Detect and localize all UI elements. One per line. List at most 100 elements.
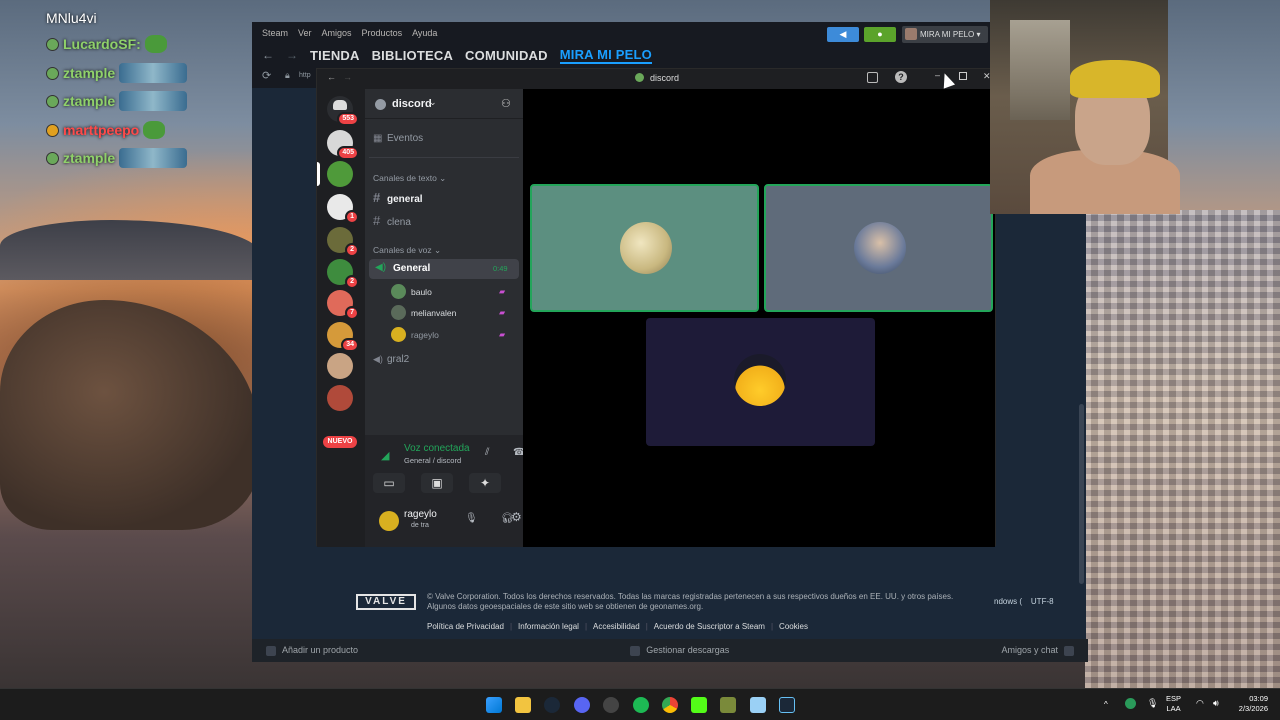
camera-button[interactable]: ▭ <box>373 473 405 493</box>
settings-gear-icon[interactable]: ⚙ <box>511 510 522 524</box>
menu-productos[interactable]: Productos <box>362 28 403 38</box>
app-icon[interactable] <box>603 697 619 713</box>
chat-username: LucardoSF: <box>63 36 141 52</box>
server-icon[interactable]: 2 <box>327 227 359 257</box>
webcam-person-cap <box>1070 60 1160 98</box>
file-explorer-icon[interactable] <box>515 697 531 713</box>
steam-nav: ← → TIENDA BIBLIOTECA COMUNIDAD MIRA MI … <box>252 44 990 66</box>
chrome-icon[interactable] <box>662 697 678 713</box>
nav-biblioteca[interactable]: BIBLIOTECA <box>372 48 453 63</box>
microphone-icon[interactable]: 🎙︎ <box>465 513 478 524</box>
maximize-icon[interactable] <box>959 72 967 80</box>
user-avatar[interactable] <box>379 511 399 531</box>
avatar <box>391 305 406 320</box>
server-icon <box>635 73 644 82</box>
category-label: Canales de texto <box>373 173 437 183</box>
server-icon[interactable]: 2 <box>327 259 359 289</box>
nav-tienda[interactable]: TIENDA <box>310 48 360 63</box>
language-indicator[interactable]: ESP LAA <box>1166 694 1181 714</box>
add-product-button[interactable]: Añadir un producto <box>266 645 358 656</box>
events-item[interactable]: ▦ Eventos <box>373 133 423 144</box>
link-cookies[interactable]: Cookies <box>779 622 808 631</box>
help-icon[interactable]: ? <box>895 71 907 83</box>
start-windows-icon[interactable] <box>486 697 502 713</box>
keyboard-layout: LAA <box>1166 704 1181 713</box>
back-arrow-icon[interactable]: ← <box>262 48 274 62</box>
voice-channel-gral2[interactable]: ◀) gral2 <box>373 354 409 365</box>
notifications-button[interactable]: ● <box>864 27 896 42</box>
server-icon[interactable]: 34 <box>327 322 359 352</box>
voice-channel-general[interactable]: ◀) General 0:49 <box>369 259 519 279</box>
screenshare-button[interactable]: ▣ <box>421 473 453 493</box>
url-text[interactable]: http <box>299 72 311 79</box>
back-arrow-icon[interactable]: ← <box>327 72 336 82</box>
menu-steam[interactable]: Steam <box>262 28 288 38</box>
server-icon[interactable] <box>327 353 353 379</box>
link-privacy[interactable]: Política de Privacidad <box>427 622 504 631</box>
add-member-icon[interactable]: ⚇ <box>501 97 511 110</box>
minecraft-icon[interactable] <box>720 697 736 713</box>
voice-user[interactable]: melianvalen ▰ <box>391 305 505 320</box>
reload-icon[interactable]: ⟳ <box>262 69 271 82</box>
activities-button[interactable]: ✦ <box>469 473 501 493</box>
scrollbar[interactable] <box>1079 404 1084 584</box>
steam-app-icon[interactable] <box>779 697 795 713</box>
emote-icon <box>119 148 188 168</box>
forward-arrow-icon[interactable]: → <box>286 48 298 62</box>
emote-icon <box>143 121 166 139</box>
avatar <box>391 284 406 299</box>
direct-messages-icon[interactable]: 553 <box>327 96 359 126</box>
tray-app-icon[interactable] <box>1125 698 1136 709</box>
tray-mic-icon[interactable]: 🎙︎ <box>1147 698 1158 709</box>
clock-date: 2/3/2026 <box>1238 704 1268 713</box>
menu-ayuda[interactable]: Ayuda <box>412 28 437 38</box>
forward-arrow-icon[interactable]: → <box>343 72 352 82</box>
clock[interactable]: 03:09 2/3/2026 <box>1234 694 1268 714</box>
server-icon[interactable] <box>327 161 353 187</box>
voice-user[interactable]: baulo ▰ <box>391 284 505 299</box>
server-icon[interactable] <box>327 385 353 411</box>
menu-amigos[interactable]: Amigos <box>322 28 352 38</box>
volume-icon[interactable]: 🔊︎ <box>1213 698 1219 709</box>
wallpaper-city <box>1085 210 1280 688</box>
menu-ver[interactable]: Ver <box>298 28 312 38</box>
spotify-icon[interactable] <box>633 697 649 713</box>
account-menu-button[interactable]: MIRA MI PELO ▾ <box>902 26 988 43</box>
category-label: Canales de voz <box>373 245 432 255</box>
mention-badge: 405 <box>337 146 359 160</box>
server-header[interactable]: discord ⌄ ⚇ <box>365 89 523 119</box>
discord-icon[interactable] <box>574 697 590 713</box>
link-accessibility[interactable]: Accesibilidad <box>593 622 640 631</box>
server-icon[interactable]: 1 <box>327 194 359 224</box>
link-legal[interactable]: Información legal <box>518 622 579 631</box>
steam-icon[interactable] <box>544 697 560 713</box>
channel-clena[interactable]: # clena <box>373 213 411 228</box>
participant-tile[interactable] <box>646 318 875 446</box>
friends-chat-label: Amigos y chat <box>1001 645 1058 656</box>
announcements-button[interactable]: ◀ <box>827 27 859 42</box>
text-channels-category[interactable]: Canales de texto ⌄ <box>373 173 446 184</box>
participant-tile[interactable] <box>530 184 759 312</box>
channel-name: General <box>393 263 431 274</box>
download-icon <box>630 645 641 656</box>
voice-channels-category[interactable]: Canales de voz ⌄ <box>373 245 441 256</box>
channel-general[interactable]: # general <box>373 190 423 205</box>
link-ssa[interactable]: Acuerdo de Suscriptor a Steam <box>654 622 765 631</box>
wifi-icon[interactable]: ◠ <box>1196 698 1204 709</box>
inbox-icon[interactable] <box>867 72 878 83</box>
participant-tile[interactable] <box>764 184 993 312</box>
tray-chevron-icon[interactable]: ^ <box>1104 700 1108 709</box>
voice-user[interactable]: rageylo ▰ <box>391 327 505 342</box>
noise-suppression-icon[interactable]: ⫽ <box>485 447 489 458</box>
nav-profile[interactable]: MIRA MI PELO <box>559 47 652 64</box>
copyright-line: © Valve Corporation. Todos los derechos … <box>427 592 954 601</box>
steam-bottom-bar: Añadir un producto Gestionar descargas A… <box>252 639 1088 662</box>
notepad-icon[interactable] <box>750 697 766 713</box>
steam-window-right-panel: ndows ( UTF-8 <box>990 214 1086 662</box>
nav-comunidad[interactable]: COMUNIDAD <box>465 48 548 63</box>
friends-chat-button[interactable]: Amigos y chat <box>1001 645 1074 656</box>
manage-downloads-button[interactable]: Gestionar descargas <box>630 645 729 656</box>
server-icon[interactable]: 7 <box>327 290 359 320</box>
server-icon[interactable]: 405 <box>327 130 359 160</box>
kick-icon[interactable] <box>691 697 707 713</box>
